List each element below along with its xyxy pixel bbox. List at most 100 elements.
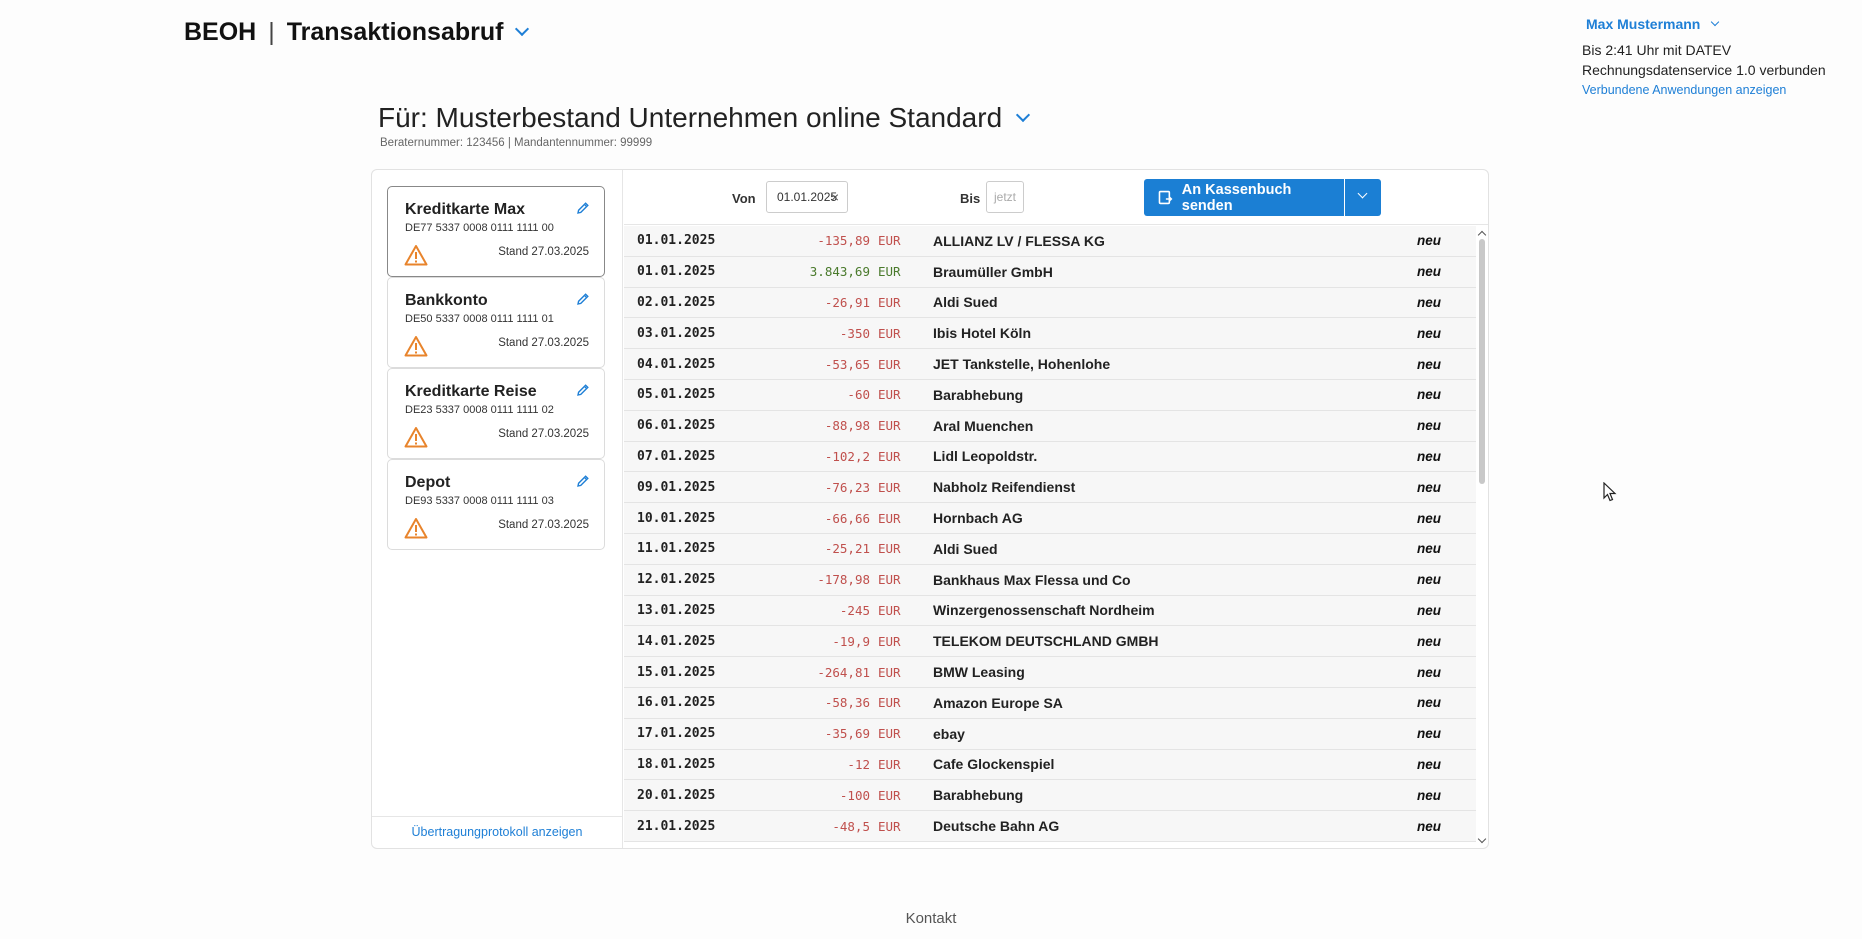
tx-currency: EUR [878, 572, 901, 588]
tx-amount: -19,9 [832, 633, 870, 649]
clear-date-icon[interactable]: × [831, 182, 839, 212]
tx-status: neu [1417, 510, 1442, 526]
table-row[interactable]: 06.01.2025 -88,98 EUR Aral Muenchen neu [624, 410, 1476, 442]
table-row[interactable]: 04.01.2025 -53,65 EUR JET Tankstelle, Ho… [624, 349, 1476, 380]
tx-status: neu [1417, 418, 1442, 434]
account-stand: Stand 27.03.2025 [498, 519, 589, 531]
tx-payee: Barabhebung [933, 787, 1024, 804]
contact-link[interactable]: Kontakt [0, 910, 1862, 927]
chevron-down-icon[interactable] [1357, 188, 1368, 199]
scrollbar-thumb[interactable] [1479, 239, 1485, 484]
user-menu[interactable]: Max Mustermann [1586, 14, 1852, 34]
tx-status: neu [1417, 756, 1442, 772]
page-title[interactable]: Für: Musterbestand Unternehmen online St… [378, 102, 1002, 134]
tx-date: 06.01.2025 [637, 418, 716, 434]
account-card[interactable]: Kreditkarte Reise DE23 5337 0008 0111 11… [387, 368, 605, 459]
account-card[interactable]: Bankkonto DE50 5337 0008 0111 1111 01 St… [387, 277, 605, 368]
tx-date: 13.01.2025 [637, 602, 716, 618]
app-switcher-chevron-icon[interactable] [515, 21, 530, 36]
account-stand: Stand 27.03.2025 [498, 337, 589, 349]
tx-currency: EUR [878, 818, 901, 834]
table-row[interactable]: 02.01.2025 -26,91 EUR Aldi Sued neu [624, 287, 1476, 319]
warning-triangle-icon [404, 336, 428, 357]
account-title[interactable]: Kreditkarte Max [405, 201, 604, 219]
user-name[interactable]: Max Mustermann [1586, 14, 1700, 34]
table-row[interactable]: 11.01.2025 -25,21 EUR Aldi Sued neu [624, 533, 1476, 565]
table-row[interactable]: 13.01.2025 -245 EUR Winzergenossenschaft… [624, 595, 1476, 627]
bis-date-input[interactable]: jetzt [986, 181, 1024, 213]
tx-payee: Winzergenossenschaft Nordheim [933, 602, 1155, 619]
table-row[interactable]: 03.01.2025 -350 EUR Ibis Hotel Köln neu [624, 318, 1476, 350]
tx-amount: -102,2 [824, 448, 870, 464]
tx-amount: -60 [847, 387, 870, 403]
table-scrollbar[interactable] [1476, 226, 1488, 848]
tx-date: 02.01.2025 [637, 294, 716, 310]
tx-payee: Lidl Leopoldstr. [933, 448, 1038, 465]
pencil-icon[interactable] [576, 383, 590, 397]
table-row[interactable]: 16.01.2025 -58,36 EUR Amazon Europe SA n… [624, 687, 1476, 719]
tx-date: 21.01.2025 [637, 818, 716, 834]
tx-status: neu [1417, 818, 1442, 834]
table-row[interactable]: 21.01.2025 -48,5 EUR Deutsche Bahn AG ne… [624, 811, 1476, 842]
tx-status: neu [1417, 264, 1442, 280]
warning-triangle-icon [404, 518, 428, 539]
account-stand: Stand 27.03.2025 [498, 428, 589, 440]
tx-amount: -48,5 [832, 818, 870, 834]
tx-amount: -264,81 [817, 664, 870, 680]
tx-date: 04.01.2025 [637, 356, 716, 372]
table-row[interactable]: 07.01.2025 -102,2 EUR Lidl Leopoldstr. n… [624, 441, 1476, 473]
pencil-icon[interactable] [576, 201, 590, 215]
table-row[interactable]: 10.01.2025 -66,66 EUR Hornbach AG neu [624, 503, 1476, 534]
table-row[interactable]: 18.01.2025 -12 EUR Cafe Glockenspiel neu [624, 749, 1476, 781]
send-options-dropdown[interactable] [1345, 179, 1381, 216]
tx-date: 20.01.2025 [637, 787, 716, 803]
connected-apps-link[interactable]: Verbundene Anwendungen anzeigen [1582, 80, 1852, 100]
tx-amount: -350 [839, 325, 870, 341]
bis-date-placeholder[interactable]: jetzt [994, 190, 1016, 204]
scroll-down-icon[interactable] [1477, 834, 1487, 844]
scroll-up-icon[interactable] [1477, 230, 1487, 240]
account-iban: DE77 5337 0008 0111 1111 00 [405, 222, 554, 234]
account-title[interactable]: Kreditkarte Reise [405, 383, 604, 401]
app-title: Transaktionsabruf [286, 18, 504, 46]
von-date-input[interactable]: 01.01.2025 × [766, 181, 848, 213]
tx-payee: Hornbach AG [933, 510, 1023, 527]
tx-status: neu [1417, 695, 1442, 711]
account-title[interactable]: Depot [405, 474, 604, 492]
table-row[interactable]: 09.01.2025 -76,23 EUR Nabholz Reifendien… [624, 472, 1476, 504]
tx-status: neu [1417, 325, 1442, 341]
chevron-down-icon[interactable] [1711, 17, 1720, 27]
protocol-link[interactable]: Übertragungprotokoll anzeigen [372, 816, 622, 848]
tx-status: neu [1417, 572, 1442, 588]
tx-currency: EUR [878, 448, 901, 464]
table-row[interactable]: 15.01.2025 -264,81 EUR BMW Leasing neu [624, 657, 1476, 688]
tx-date: 18.01.2025 [637, 756, 716, 772]
tx-date: 11.01.2025 [637, 541, 716, 557]
table-row[interactable]: 17.01.2025 -35,69 EUR ebay neu [624, 718, 1476, 750]
tx-date: 03.01.2025 [637, 325, 716, 341]
client-selector[interactable]: Für: Musterbestand Unternehmen online St… [378, 102, 1031, 134]
pencil-icon[interactable] [576, 292, 590, 306]
client-numbers: Beraternummer: 123456 | Mandantennummer:… [380, 137, 653, 149]
account-title[interactable]: Bankkonto [405, 292, 604, 310]
account-card[interactable]: Depot DE93 5337 0008 0111 1111 03 Stand … [387, 459, 605, 550]
table-row[interactable]: 05.01.2025 -60 EUR Barabhebung neu [624, 379, 1476, 411]
table-row[interactable]: 01.01.2025 3.843,69 EUR Braumüller GmbH … [624, 256, 1476, 288]
table-row[interactable]: 01.01.2025 -135,89 EUR ALLIANZ LV / FLES… [624, 226, 1476, 257]
table-row[interactable]: 20.01.2025 -100 EUR Barabhebung neu [624, 780, 1476, 812]
table-row[interactable]: 12.01.2025 -178,98 EUR Bankhaus Max Fles… [624, 564, 1476, 596]
account-card[interactable]: Kreditkarte Max DE77 5337 0008 0111 1111… [387, 186, 605, 277]
tx-currency: EUR [878, 695, 901, 711]
chevron-down-icon[interactable] [1016, 107, 1031, 123]
tx-date: 15.01.2025 [637, 664, 716, 680]
table-row[interactable]: 14.01.2025 -19,9 EUR TELEKOM DEUTSCHLAND… [624, 626, 1476, 658]
tx-date: 16.01.2025 [637, 695, 716, 711]
send-to-cashbook-button[interactable]: An Kassenbuch senden [1144, 179, 1344, 216]
von-date-value[interactable]: 01.01.2025 [777, 190, 837, 204]
send-button-label[interactable]: An Kassenbuch senden [1182, 182, 1344, 214]
warning-triangle-icon [404, 245, 428, 266]
pencil-icon[interactable] [576, 474, 590, 488]
tx-status: neu [1417, 602, 1442, 618]
app-brand: BEOH | Transaktionsabruf [184, 18, 530, 47]
tx-amount: -88,98 [824, 418, 870, 434]
